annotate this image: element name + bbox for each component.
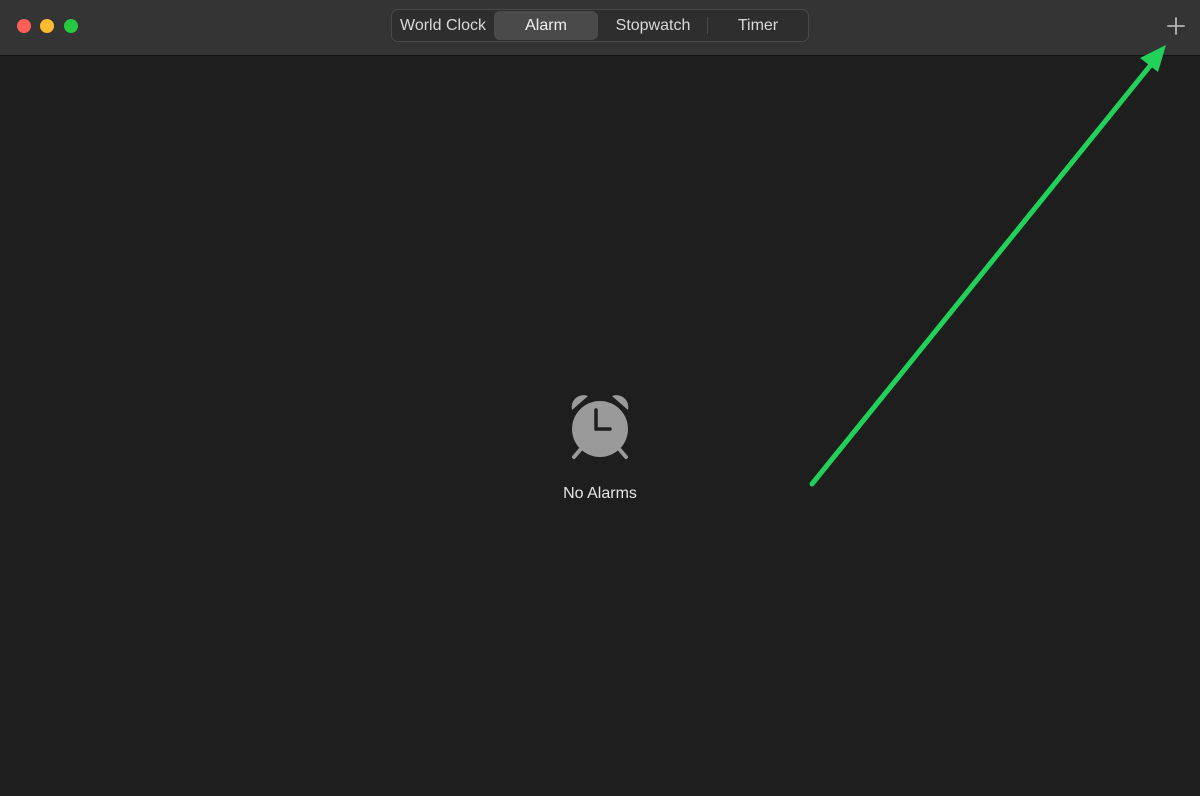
tab-timer[interactable]: Timer	[708, 10, 808, 41]
empty-state-message: No Alarms	[563, 485, 637, 502]
tab-stopwatch[interactable]: Stopwatch	[598, 10, 708, 41]
tab-alarm[interactable]: Alarm	[494, 11, 598, 40]
alarm-clock-icon	[566, 390, 634, 462]
tab-bar: World Clock Alarm Stopwatch Timer	[391, 9, 809, 42]
zoom-window-button[interactable]	[64, 19, 78, 33]
minimize-window-button[interactable]	[40, 19, 54, 33]
titlebar: World Clock Alarm Stopwatch Timer	[0, 0, 1200, 56]
add-alarm-button[interactable]	[1164, 14, 1188, 38]
clock-app-window: World Clock Alarm Stopwatch Timer No Ala…	[0, 0, 1200, 796]
tab-world-clock[interactable]: World Clock	[392, 10, 494, 41]
plus-icon	[1167, 17, 1185, 35]
close-window-button[interactable]	[17, 19, 31, 33]
